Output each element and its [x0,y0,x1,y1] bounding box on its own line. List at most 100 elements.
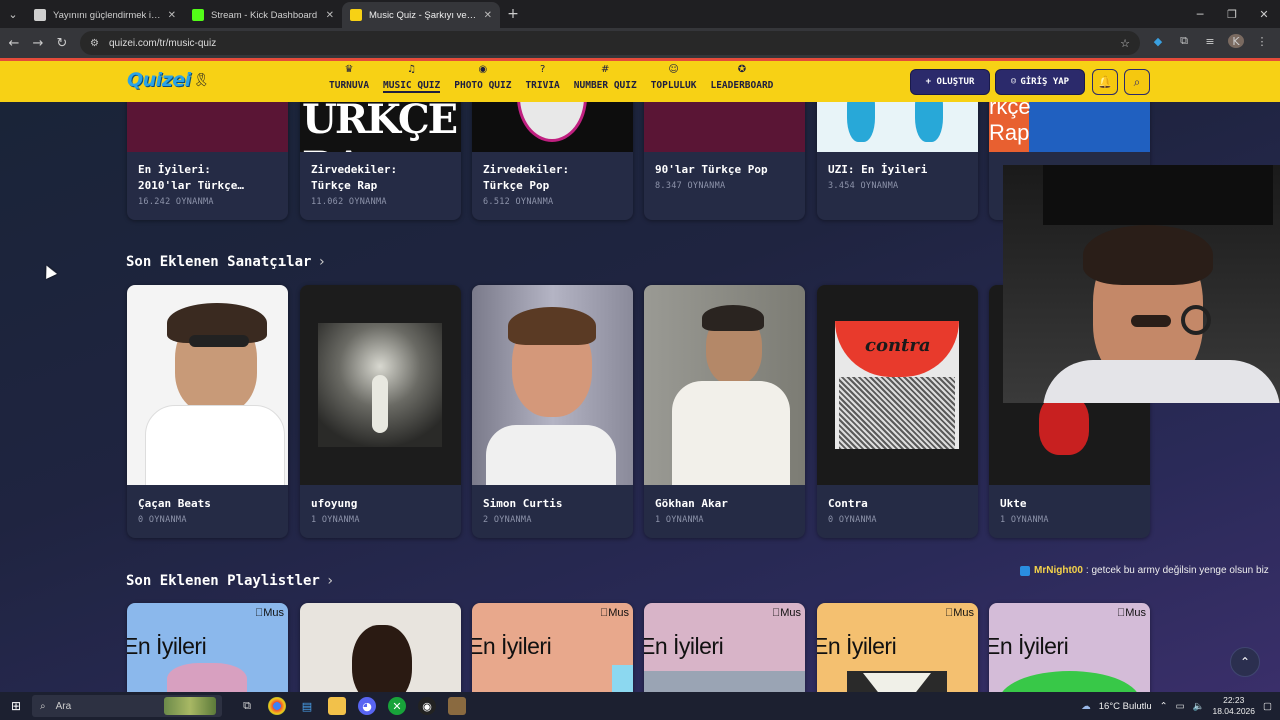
card-title: Zirvedekiler: Türkçe Rap [311,163,398,192]
puzzle-icon[interactable]: ⧉ [1176,34,1192,48]
browser-tab-active[interactable]: Music Quiz - Şarkıyı veya sanatçı... ✕ [342,2,500,28]
address-bar-row: ← → ↻ ⚙ quizei.com/tr/music-quiz ☆ ◆ ⧉ ≡… [0,28,1280,58]
close-tab-icon[interactable]: ✕ [168,10,176,21]
tab-favicon [192,9,204,21]
media-icon[interactable]: ≡ [1202,35,1218,48]
site-info-icon[interactable]: ⚙ [90,38,99,49]
profile-avatar[interactable]: K [1228,34,1244,48]
extensions-area: ◆ ⧉ ≡ K ⋮ [1150,34,1270,48]
artist-card[interactable]: Gökhan Akar 1 OYNANMA [644,285,805,538]
playlist-card[interactable]: Mus En İyileri [817,603,978,692]
url-bar[interactable]: ⚙ quizei.com/tr/music-quiz ☆ [80,31,1140,55]
playlist-card[interactable]: Mus En İyileri [472,603,633,692]
site-header: Quizei 🎗 ♛ TURNUVA ♫ MUSIC QUIZ ◉ PHOTO … [0,58,1280,102]
nav-photo-quiz[interactable]: ◉ PHOTO QUIZ [447,64,518,93]
forward-icon[interactable]: → [26,36,50,51]
card-title: 90'lar Türkçe Pop [655,163,768,176]
section-title-artists[interactable]: Son Eklenen Sanatçılar › [126,254,326,270]
chevron-right-icon: › [325,573,335,589]
tray-overflow-icon[interactable]: ⌃ [1160,701,1168,712]
playlist-cover-title: En İyileri [127,633,207,659]
menu-dots-icon[interactable]: ⋮ [1254,35,1270,48]
network-icon[interactable]: ▭ [1176,701,1185,712]
chrome-icon[interactable] [268,697,286,715]
browser-tab[interactable]: Yayınını güçlendirmek için en iyi... ✕ [26,2,184,28]
tab-search-icon[interactable]: ⌄ [0,0,26,28]
obs-icon[interactable]: ◉ [418,697,436,715]
tab-favicon [350,9,362,21]
app-thumbnail-icon[interactable] [448,697,466,715]
search-icon: ⌕ [40,700,46,712]
create-button[interactable]: + OLUŞTUR [910,69,990,95]
discord-icon[interactable]: ◕ [358,697,376,715]
playlist-card[interactable]: En İyileri: 2010'lar Türkçe… 16.242 OYNAN… [127,102,288,220]
taskbar-clock[interactable]: 22:23 18.04.2026 [1212,695,1255,717]
playlist-card[interactable]: Zirvedekiler: Türkçe Pop 6.512 OYNANMA [472,102,633,220]
scroll-to-top-button[interactable]: ⌃ [1230,647,1260,677]
medal-icon: ✪ [737,64,747,75]
search-icon[interactable]: ⌕ [1124,69,1150,95]
browser-tab[interactable]: Stream - Kick Dashboard ✕ [184,2,342,28]
playlist-card[interactable]: 90'lar Türkçe Pop 8.347 OYNANMA [644,102,805,220]
bookmark-star-icon[interactable]: ☆ [1120,37,1130,50]
playlist-card[interactable]: Mus En İyileri [127,603,288,692]
artist-card[interactable]: Simon Curtis 2 OYNANMA [472,285,633,538]
artist-card[interactable]: Çaçan Beats 0 OYNANMA [127,285,288,538]
site-logo[interactable]: Quizei [127,69,191,91]
weather-text[interactable]: 16°C Bulutlu [1099,701,1152,712]
nav-turnuva[interactable]: ♛ TURNUVA [322,64,376,93]
artist-card[interactable]: contra Contra 0 OYNANMA [817,285,978,538]
extension-icon[interactable]: ◆ [1150,35,1166,48]
minimize-icon[interactable]: ─ [1184,0,1216,28]
apple-music-tag: Mus [1117,607,1146,619]
playlist-card[interactable]: UZI: En İyileri 3.454 OYNANMA [817,102,978,220]
card-plays: 8.347 OYNANMA [655,181,726,191]
nav-leaderboard[interactable]: ✪ LEADERBOARD [703,64,780,93]
chat-username: MrNight00 [1034,565,1083,576]
close-tab-icon[interactable]: ✕ [484,10,492,21]
playlist-cover-title: En İyileri [817,633,897,659]
back-icon[interactable]: ← [2,36,26,51]
card-image [644,102,805,152]
artist-card[interactable]: ufoyung 1 OYNANMA [300,285,461,538]
windows-start-icon[interactable]: ⊞ [0,699,32,713]
login-button[interactable]: ☺ GİRİŞ YAP [995,69,1085,95]
notifications-bell-icon[interactable]: 🔔 [1092,69,1118,95]
xbox-icon[interactable]: ✕ [388,697,406,715]
playlist-card[interactable] [300,603,461,692]
artist-name: Ukte [1000,497,1027,510]
card-image [127,102,288,152]
card-image: ÜRKÇE RA [300,102,461,152]
tab-title: Music Quiz - Şarkıyı veya sanatçı... [369,9,478,21]
close-tab-icon[interactable]: ✕ [326,10,334,21]
nav-music-quiz[interactable]: ♫ MUSIC QUIZ [376,64,447,93]
notifications-icon[interactable]: ▢ [1263,701,1272,712]
music-note-icon: ♫ [407,64,417,75]
playlist-card[interactable]: Mus En İyileri [644,603,805,692]
browser-tab-bar: ⌄ Yayınını güçlendirmek için en iyi... ✕… [0,0,1280,28]
people-icon: ☺ [668,64,679,75]
artist-plays: 1 OYNANMA [655,515,704,525]
chevron-up-icon: ⌃ [1239,655,1251,669]
section-title-playlists[interactable]: Son Eklenen Playlistler › [126,573,334,589]
card-image [127,285,288,485]
hash-icon: # [601,64,610,75]
search-highlight-image [164,697,216,715]
nav-topluluk[interactable]: ☺ TOPLULUK [644,64,704,93]
nav-number-quiz[interactable]: # NUMBER QUIZ [567,64,644,93]
url-text: quizei.com/tr/music-quiz [108,37,217,49]
reload-icon[interactable]: ↻ [50,36,74,51]
file-explorer-icon[interactable] [328,697,346,715]
restore-icon[interactable]: ❐ [1216,0,1248,28]
taskbar-apps: ⧉ ▤ ◕ ✕ ◉ [238,697,466,715]
volume-icon[interactable]: 🔈 [1193,701,1205,712]
store-app-icon[interactable]: ▤ [298,697,316,715]
close-window-icon[interactable]: ✕ [1248,0,1280,28]
nav-trivia[interactable]: ? TRIVIA [518,64,566,93]
artist-plays: 1 OYNANMA [1000,515,1049,525]
new-tab-button[interactable]: + [500,6,526,22]
playlist-card[interactable]: ÜRKÇE RA Zirvedekiler:Türkçe Rap 11.062 … [300,102,461,220]
task-view-icon[interactable]: ⧉ [238,697,256,715]
taskbar-search[interactable]: ⌕ Ara [32,695,222,717]
playlist-card[interactable]: Mus En İyileri [989,603,1150,692]
